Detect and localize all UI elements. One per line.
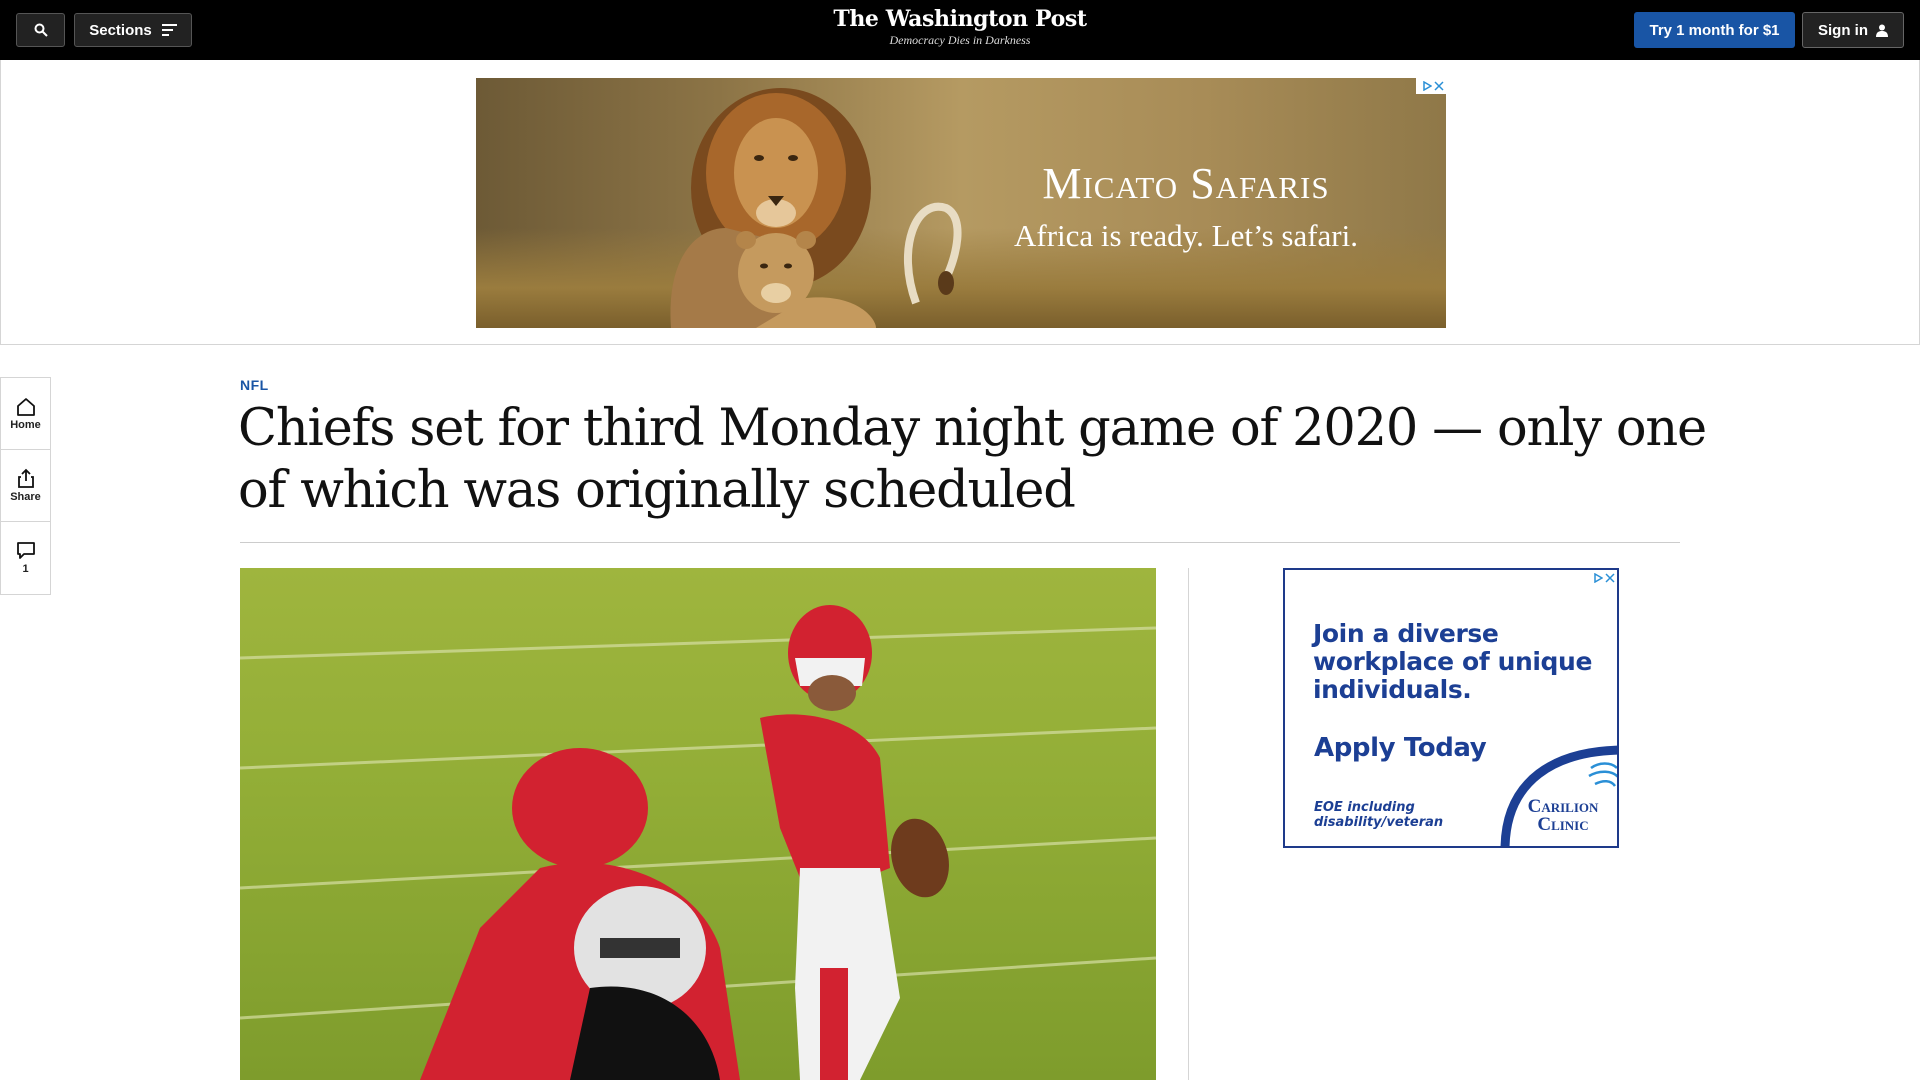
article-lead-photo[interactable] (240, 568, 1156, 1080)
lion-illustration (670, 88, 962, 328)
comment-icon (16, 542, 35, 559)
site-logo: The Washington Post (833, 6, 1087, 32)
home-icon (16, 397, 35, 416)
carilion-side-ad[interactable]: Join a diverse workplace of unique indiv… (1283, 568, 1619, 848)
ad-choices-icon (1423, 81, 1432, 91)
sign-in-label: Sign in (1818, 21, 1868, 39)
masthead-logo-link[interactable]: The Washington Post Democracy Dies in Da… (760, 6, 1160, 48)
top-ad-container: Micato Safaris Africa is ready. Let’s sa… (0, 60, 1920, 345)
subscribe-button[interactable]: Try 1 month for $1 (1634, 12, 1795, 48)
article-headline: Chiefs set for third Monday night game o… (238, 399, 1707, 520)
sections-label: Sections (89, 21, 152, 39)
share-icon (17, 468, 34, 488)
sign-in-button[interactable]: Sign in (1802, 12, 1904, 48)
comments-button[interactable]: 1 (1, 522, 50, 594)
site-tagline: Democracy Dies in Darkness (889, 33, 1031, 47)
share-button[interactable]: Share (1, 450, 50, 522)
side-ad-disclaimer: EOE including disability/veteran (1314, 800, 1444, 830)
top-navigation-bar: Sections The Washington Post Democracy D… (0, 0, 1920, 60)
user-icon (1876, 24, 1888, 37)
ad-subtitle: Africa is ready. Let’s safari. (1014, 218, 1358, 253)
side-ad-headline: Join a diverse workplace of unique indiv… (1313, 619, 1593, 704)
ad-choices-badge[interactable] (1416, 78, 1446, 94)
section-kicker-link[interactable]: NFL (240, 377, 269, 393)
search-button[interactable] (16, 13, 65, 47)
hamburger-menu-icon (161, 24, 177, 36)
close-ad-icon (1434, 81, 1444, 91)
ad-choices-icon (1594, 573, 1603, 583)
side-ad-brand: Carilion Clinic (1527, 796, 1599, 835)
headline-divider (240, 542, 1680, 543)
comments-count: 1 (22, 563, 29, 575)
share-label: Share (10, 491, 41, 503)
close-ad-icon (1605, 573, 1615, 583)
safari-banner-ad[interactable]: Micato Safaris Africa is ready. Let’s sa… (476, 78, 1446, 328)
home-button[interactable]: Home (1, 378, 50, 450)
sections-menu-button[interactable]: Sections (74, 13, 192, 47)
column-divider (1188, 568, 1189, 1080)
search-icon (34, 23, 48, 37)
home-label: Home (10, 418, 41, 431)
ad-title: Micato Safaris (1042, 159, 1330, 208)
football-players-illustration (240, 605, 1156, 1080)
side-ad-choices-badge[interactable] (1587, 570, 1617, 586)
article-action-rail: Home Share 1 (0, 377, 51, 595)
side-ad-cta: Apply Today (1314, 733, 1487, 763)
